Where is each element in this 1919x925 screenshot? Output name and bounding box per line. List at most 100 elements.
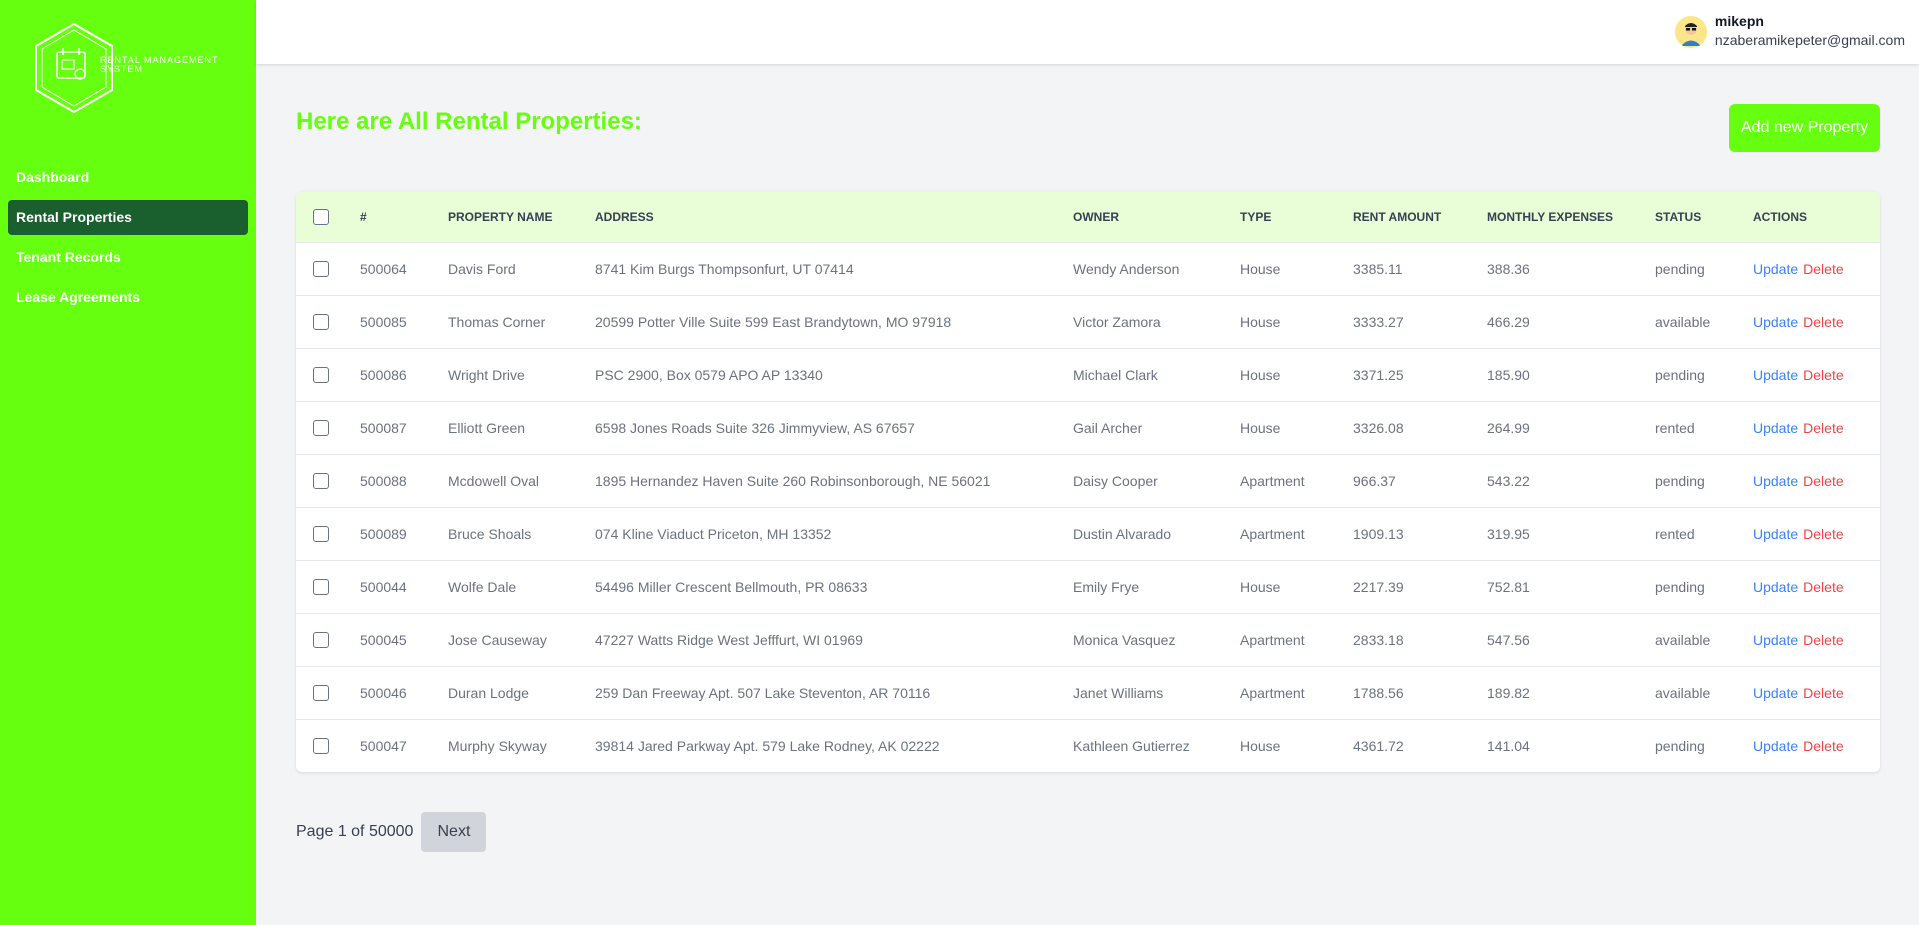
row-checkbox[interactable] — [313, 314, 329, 331]
update-link[interactable]: Update — [1753, 473, 1798, 489]
update-link[interactable]: Update — [1753, 632, 1798, 648]
table-header-row: # PROPERTY NAME ADDRESS OWNER TYPE RENT … — [296, 192, 1880, 242]
row-checkbox[interactable] — [313, 738, 329, 755]
add-property-button[interactable]: Add new Property — [1729, 104, 1880, 152]
delete-link[interactable]: Delete — [1803, 632, 1843, 648]
cell-actions: Update Delete — [1753, 401, 1880, 454]
sidebar-item-dashboard[interactable]: Dashboard — [8, 160, 248, 195]
delete-link[interactable]: Delete — [1803, 685, 1843, 701]
sidebar-item-lease-agreements[interactable]: Lease Agreements — [8, 280, 248, 315]
cell-owner: Dustin Alvarado — [1073, 525, 1172, 542]
update-link[interactable]: Update — [1753, 261, 1798, 277]
cell-rent-amount: 3333.27 — [1353, 313, 1404, 330]
cell-type: House — [1240, 737, 1281, 754]
cell-id: 500047 — [360, 737, 407, 754]
table-row: 500046 Duran Lodge 259 Dan Freeway Apt. … — [296, 666, 1880, 719]
user-email: nzaberamikepeter@gmail.com — [1714, 32, 1905, 48]
cell-status: pending — [1655, 260, 1705, 277]
delete-link[interactable]: Delete — [1803, 473, 1843, 489]
update-link[interactable]: Update — [1753, 738, 1798, 754]
cell-owner: Janet Williams — [1073, 684, 1164, 701]
delete-link[interactable]: Delete — [1803, 314, 1843, 330]
cell-address: 8741 Kim Burgs Thompsonfurt, UT 07414 — [595, 260, 854, 277]
delete-link[interactable]: Delete — [1803, 420, 1843, 436]
delete-link[interactable]: Delete — [1803, 579, 1843, 595]
cell-status: available — [1655, 684, 1711, 701]
select-all-checkbox[interactable] — [313, 208, 329, 225]
update-link[interactable]: Update — [1753, 579, 1798, 595]
cell-id: 500064 — [360, 260, 407, 277]
delete-link[interactable]: Delete — [1803, 526, 1843, 542]
column-header-property-name: PROPERTY NAME — [448, 209, 553, 224]
cell-property-name: Wright Drive — [448, 366, 525, 383]
table-row: 500087 Elliott Green 6598 Jones Roads Su… — [296, 401, 1880, 454]
row-checkbox[interactable] — [313, 261, 329, 278]
cell-monthly-expenses: 319.95 — [1487, 525, 1530, 542]
app-logo[interactable]: RENTAL MANAGEMENT SYSTEM — [32, 22, 232, 114]
cell-id: 500085 — [360, 313, 407, 330]
cell-rent-amount: 966.37 — [1353, 472, 1396, 489]
cell-actions: Update Delete — [1753, 666, 1880, 719]
cell-id: 500046 — [360, 684, 407, 701]
cell-property-name: Jose Causeway — [448, 631, 547, 648]
cell-property-name: Thomas Corner — [448, 313, 546, 330]
user-avatar-icon[interactable] — [1674, 16, 1707, 48]
row-checkbox[interactable] — [313, 473, 329, 490]
cell-type: House — [1240, 313, 1281, 330]
table-row: 500089 Bruce Shoals 074 Kline Viaduct Pr… — [296, 507, 1880, 560]
cell-property-name: Davis Ford — [448, 260, 516, 277]
table-row: 500088 Mcdowell Oval 1895 Hernandez Have… — [296, 454, 1880, 507]
update-link[interactable]: Update — [1753, 526, 1798, 542]
column-header-rent-amount: RENT AMOUNT — [1353, 209, 1442, 224]
table-row: 500085 Thomas Corner 20599 Potter Ville … — [296, 295, 1880, 348]
sidebar-item-tenant-records[interactable]: Tenant Records — [8, 240, 248, 275]
row-checkbox[interactable] — [313, 579, 329, 596]
cell-owner: Gail Archer — [1073, 419, 1143, 436]
cell-property-name: Elliott Green — [448, 419, 526, 436]
delete-link[interactable]: Delete — [1803, 367, 1843, 383]
cell-type: Apartment — [1240, 684, 1305, 701]
cell-address: 39814 Jared Parkway Apt. 579 Lake Rodney… — [595, 737, 940, 754]
column-header-owner: OWNER — [1073, 209, 1119, 224]
sidebar: RENTAL MANAGEMENT SYSTEM Dashboard Renta… — [0, 0, 256, 925]
cell-actions: Update Delete — [1753, 242, 1880, 295]
sidebar-item-rental-properties[interactable]: Rental Properties — [8, 200, 248, 235]
row-checkbox[interactable] — [313, 685, 329, 702]
cell-monthly-expenses: 543.22 — [1487, 472, 1530, 489]
row-checkbox[interactable] — [313, 420, 329, 437]
delete-link[interactable]: Delete — [1803, 738, 1843, 754]
table-row: 500045 Jose Causeway 47227 Watts Ridge W… — [296, 613, 1880, 666]
cell-actions: Update Delete — [1753, 560, 1880, 613]
cell-rent-amount: 3371.25 — [1353, 366, 1404, 383]
update-link[interactable]: Update — [1753, 420, 1798, 436]
table-row: 500064 Davis Ford 8741 Kim Burgs Thompso… — [296, 242, 1880, 295]
cell-owner: Monica Vasquez — [1073, 631, 1176, 648]
update-link[interactable]: Update — [1753, 685, 1798, 701]
cell-address: 259 Dan Freeway Apt. 507 Lake Steventon,… — [595, 684, 931, 701]
pagination: Page 1 of 50000 Next — [296, 812, 487, 852]
cell-actions: Update Delete — [1753, 348, 1880, 401]
cell-rent-amount: 1788.56 — [1353, 684, 1404, 701]
cell-monthly-expenses: 185.90 — [1487, 366, 1530, 383]
table-row: 500086 Wright Drive PSC 2900, Box 0579 A… — [296, 348, 1880, 401]
row-checkbox[interactable] — [313, 632, 329, 649]
cell-rent-amount: 2833.18 — [1353, 631, 1404, 648]
column-header-status: STATUS — [1655, 209, 1702, 224]
column-header-actions: ACTIONS — [1753, 209, 1807, 224]
next-page-button[interactable]: Next — [421, 812, 487, 852]
delete-link[interactable]: Delete — [1803, 261, 1843, 277]
cell-monthly-expenses: 466.29 — [1487, 313, 1530, 330]
row-checkbox[interactable] — [313, 526, 329, 543]
column-header-address: ADDRESS — [595, 209, 654, 224]
cell-type: House — [1240, 578, 1281, 595]
update-link[interactable]: Update — [1753, 314, 1798, 330]
cell-monthly-expenses: 141.04 — [1487, 737, 1530, 754]
row-checkbox[interactable] — [313, 367, 329, 384]
update-link[interactable]: Update — [1753, 367, 1798, 383]
cell-type: House — [1240, 419, 1281, 436]
cell-actions: Update Delete — [1753, 613, 1880, 666]
cell-id: 500044 — [360, 578, 407, 595]
cell-status: pending — [1655, 737, 1705, 754]
cell-property-name: Murphy Skyway — [448, 737, 547, 754]
user-profile[interactable]: mikepn nzaberamikepeter@gmail.com — [1674, 12, 1905, 50]
